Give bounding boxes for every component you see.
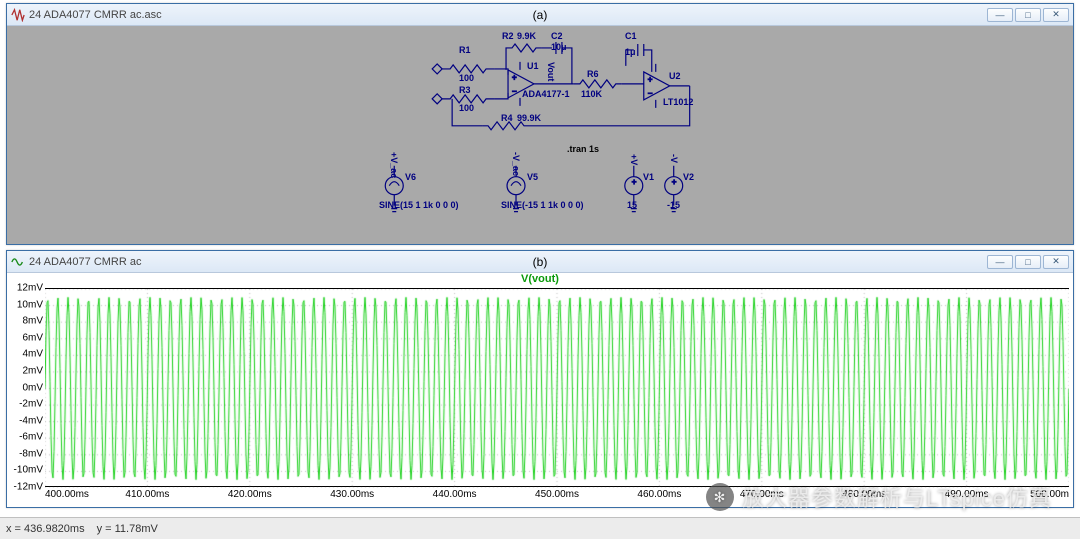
label-r3-val: 100	[459, 104, 474, 113]
window-controls: — □ ✕	[987, 8, 1069, 22]
x-tick: 500.00m	[1030, 489, 1069, 500]
label-r3-name: R3	[459, 86, 471, 95]
y-tick: -6mV	[19, 432, 43, 443]
status-bar: x = 436.9820ms y = 11.78mV	[0, 517, 1080, 539]
label-c2-name: C2	[551, 32, 563, 41]
cursor-x: x = 436.9820ms	[6, 523, 85, 535]
label-v2-val: -15	[667, 201, 680, 210]
cursor-y: y = 11.78mV	[97, 523, 158, 535]
svg-text:+: +	[512, 73, 517, 82]
minimize-button[interactable]: —	[987, 255, 1013, 269]
y-tick: -8mV	[19, 448, 43, 459]
schematic-canvas[interactable]: + − + −	[7, 26, 1073, 244]
label-u1-model: ADA4177-1	[522, 90, 570, 99]
label-v2-name: V2	[683, 173, 694, 182]
label-v1-val: 15	[627, 201, 637, 210]
rail-vpos: +V	[629, 154, 638, 165]
x-tick: 410.00ms	[125, 489, 169, 500]
y-tick: 8mV	[22, 316, 43, 327]
x-tick: 440.00ms	[433, 489, 477, 500]
y-tick: 12mV	[17, 283, 43, 294]
y-tick: -2mV	[19, 399, 43, 410]
minimize-button[interactable]: —	[987, 8, 1013, 22]
close-button[interactable]: ✕	[1043, 8, 1069, 22]
x-tick: 470.00ms	[740, 489, 784, 500]
rail-vpos-ac: +V_ac	[389, 152, 398, 178]
schematic-title: 24 ADA4077 CMRR ac.asc	[29, 9, 162, 21]
x-tick: 430.00ms	[330, 489, 374, 500]
y-tick: 10mV	[17, 299, 43, 310]
y-tick: -4mV	[19, 415, 43, 426]
panel-label-a: (a)	[533, 8, 548, 22]
waveform-window: 24 ADA4077 CMRR ac (b) — □ ✕ V(vout) 12m…	[6, 250, 1074, 508]
label-r6-name: R6	[587, 70, 599, 79]
schematic-titlebar[interactable]: 24 ADA4077 CMRR ac.asc (a) — □ ✕	[7, 4, 1073, 26]
label-v5-val: SINE(-15 1 1k 0 0 0)	[501, 201, 584, 210]
svg-text:−: −	[648, 89, 653, 98]
x-tick: 400.00ms	[45, 489, 89, 500]
waveform-canvas	[45, 289, 1069, 488]
window-controls-wave: — □ ✕	[987, 255, 1069, 269]
svg-text:+: +	[672, 178, 677, 187]
y-tick: 2mV	[22, 365, 43, 376]
waveform-titlebar[interactable]: 24 ADA4077 CMRR ac (b) — □ ✕	[7, 251, 1073, 273]
label-r1-name: R1	[459, 46, 471, 55]
net-vout: Vout	[546, 62, 555, 81]
svg-text:−: −	[512, 87, 517, 96]
y-tick: 6mV	[22, 332, 43, 343]
plot-region[interactable]	[45, 288, 1069, 487]
maximize-button[interactable]: □	[1015, 255, 1041, 269]
x-tick: 420.00ms	[228, 489, 272, 500]
label-r1-val: 100	[459, 74, 474, 83]
label-r6-val: 110K	[581, 90, 602, 99]
x-axis: 400.00ms 410.00ms 420.00ms 430.00ms 440.00ms…	[45, 487, 1069, 507]
label-r4-val: 99.9K	[517, 114, 541, 123]
label-v6-name: V6	[405, 173, 416, 182]
label-u2-model: LT1012	[663, 98, 693, 107]
label-r4-name: R4	[501, 114, 513, 123]
y-tick: 0mV	[22, 382, 43, 393]
schematic-window: 24 ADA4077 CMRR ac.asc (a) — □ ✕	[6, 3, 1074, 245]
waveform-area[interactable]: V(vout) 12mV 10mV 8mV 6mV 4mV 2mV 0mV -2mV -4mV -…	[7, 273, 1073, 507]
label-u1-name: U1	[527, 62, 539, 71]
app-icon	[11, 8, 25, 22]
wave-app-icon	[11, 255, 25, 269]
rail-vneg: -V	[669, 154, 678, 163]
schematic-drawing: + − + −	[7, 26, 1073, 244]
x-tick: 480.00ms	[842, 489, 886, 500]
svg-text:+: +	[632, 178, 637, 187]
label-v6-val: SINE(15 1 1k 0 0 0)	[379, 201, 459, 210]
label-v1-name: V1	[643, 173, 654, 182]
label-r2-val: 9.9K	[517, 32, 536, 41]
trace-label[interactable]: V(vout)	[7, 273, 1073, 288]
close-button[interactable]: ✕	[1043, 255, 1069, 269]
y-tick: -10mV	[14, 465, 43, 476]
label-v5-name: V5	[527, 173, 538, 182]
maximize-button[interactable]: □	[1015, 8, 1041, 22]
label-r2-name: R2	[502, 32, 514, 41]
x-tick: 490.00ms	[945, 489, 989, 500]
y-tick: 4mV	[22, 349, 43, 360]
x-tick: 460.00ms	[637, 489, 681, 500]
svg-text:+: +	[648, 75, 653, 84]
spice-directive: .tran 1s	[567, 144, 599, 154]
x-tick: 450.00ms	[535, 489, 579, 500]
panel-label-b: (b)	[533, 255, 548, 269]
label-u2-name: U2	[669, 72, 681, 81]
label-c1-val: 1μ	[625, 48, 636, 57]
label-c1-name: C1	[625, 32, 637, 41]
rail-vneg-ac: -V_ac	[511, 152, 520, 176]
label-c2-val: 10μ	[551, 43, 567, 52]
y-tick: -12mV	[14, 482, 43, 493]
waveform-title: 24 ADA4077 CMRR ac	[29, 256, 142, 268]
y-axis: 12mV10mV8mV6mV4mV2mV0mV-2mV-4mV-6mV-8mV-…	[7, 288, 45, 487]
